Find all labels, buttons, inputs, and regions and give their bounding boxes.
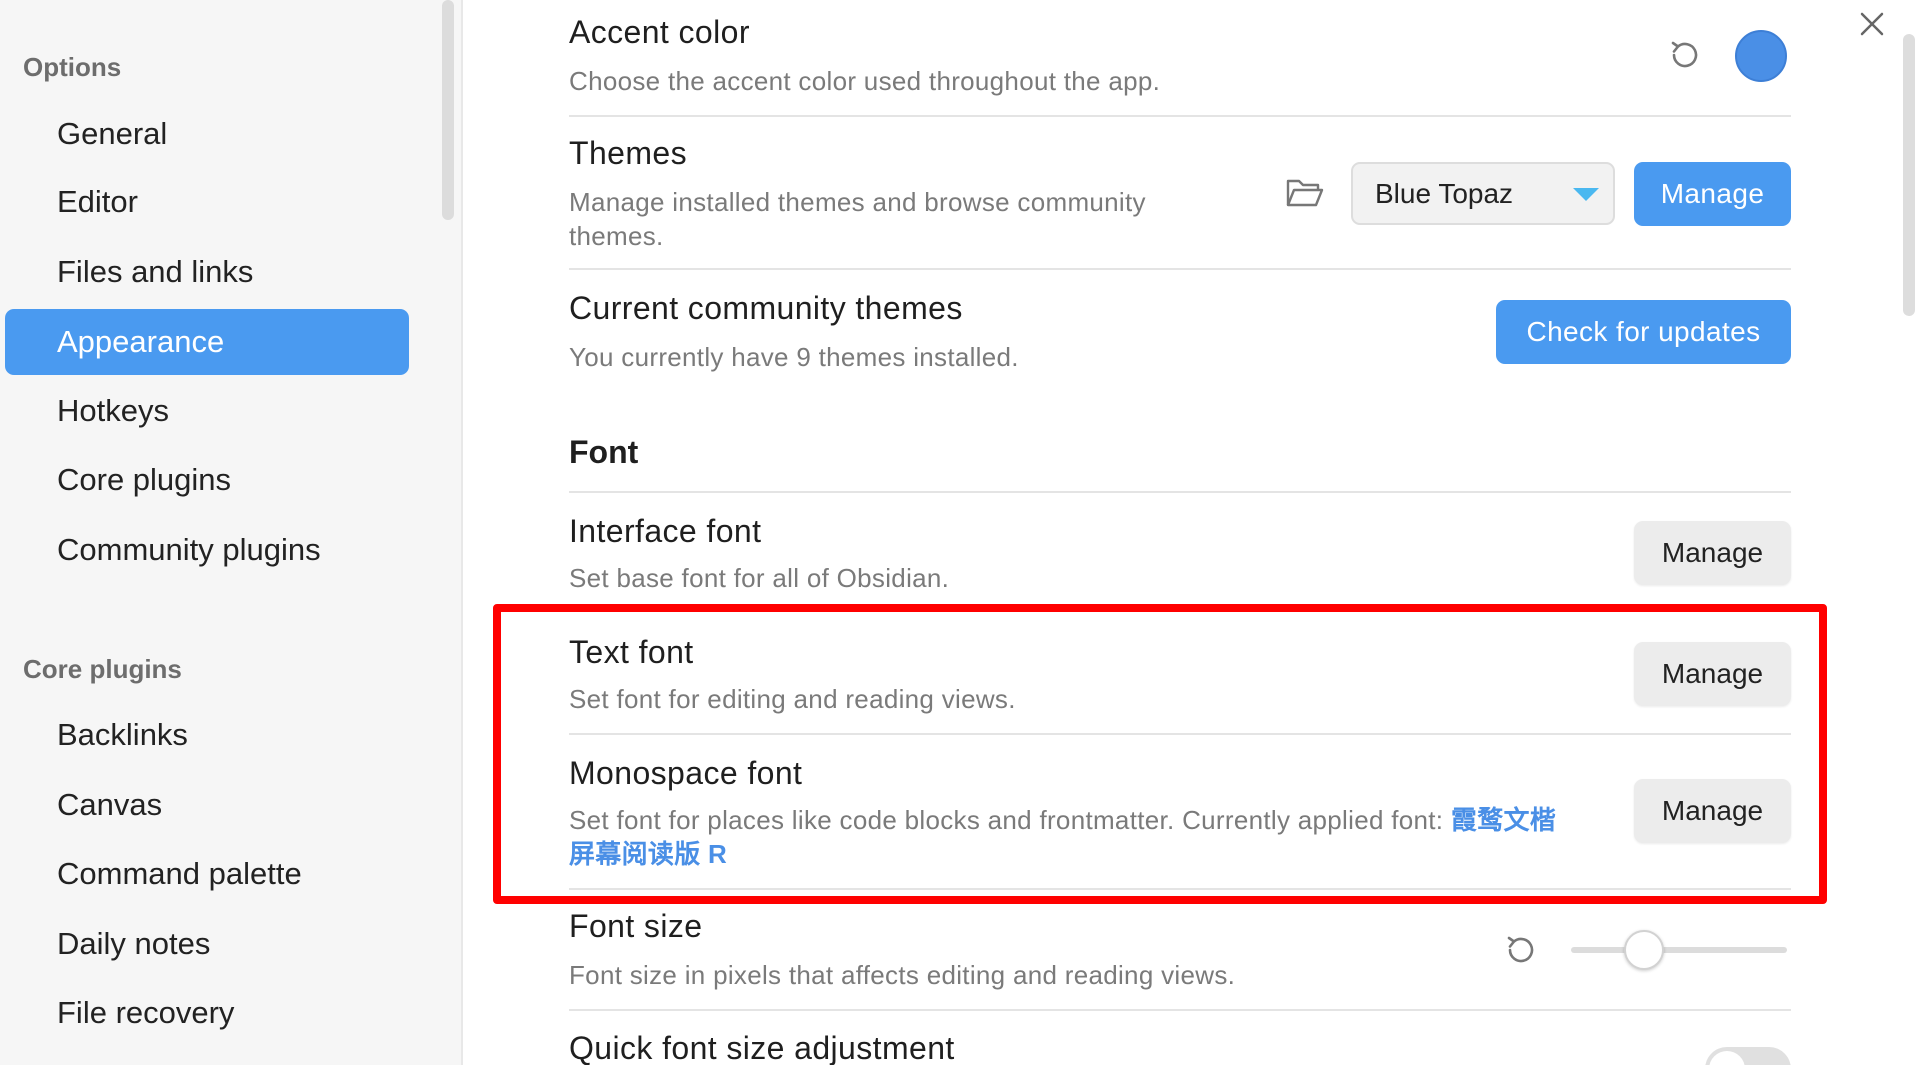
reset-accent-icon[interactable]: [1664, 34, 1706, 81]
accent-color-desc: Choose the accent color used throughout …: [569, 66, 1161, 96]
quick-font-size-toggle[interactable]: [1705, 1047, 1791, 1065]
reset-font-size-icon[interactable]: [1500, 929, 1542, 976]
divider: [569, 1009, 1791, 1011]
divider: [569, 115, 1791, 117]
check-for-updates-button[interactable]: Check for updates: [1496, 300, 1791, 364]
themes-title: Themes: [569, 135, 687, 171]
highlight-annotation: [493, 604, 1827, 904]
community-themes-title: Current community themes: [569, 290, 963, 326]
community-themes-desc: You currently have 9 themes installed.: [569, 342, 1019, 372]
font-size-slider-handle[interactable]: [1624, 930, 1665, 970]
sidebar-item-daily-notes[interactable]: Daily notes: [5, 911, 409, 977]
font-section-heading: Font: [569, 434, 639, 470]
sidebar-item-core-plugins[interactable]: Core plugins: [5, 447, 409, 513]
chevron-down-icon: [1573, 188, 1599, 201]
folder-open-icon[interactable]: [1285, 175, 1325, 216]
options-group-title: Options: [23, 52, 122, 82]
sidebar-item-files-and-links[interactable]: Files and links: [5, 239, 409, 305]
sidebar-item-editor[interactable]: Editor: [5, 169, 409, 235]
core-plugins-group-title: Core plugins: [23, 654, 182, 684]
sidebar-item-file-recovery[interactable]: File recovery: [5, 980, 409, 1046]
sidebar-item-general[interactable]: General: [5, 101, 409, 167]
settings-sidebar: Options General Editor Files and links A…: [0, 0, 463, 1065]
interface-font-desc: Set base font for all of Obsidian.: [569, 563, 950, 593]
sidebar-item-canvas[interactable]: Canvas: [5, 772, 409, 838]
theme-select-value: Blue Topaz: [1375, 178, 1514, 209]
accent-color-swatch[interactable]: [1735, 30, 1787, 82]
themes-desc-line1: Manage installed themes and browse commu…: [569, 187, 1146, 217]
sidebar-item-hotkeys[interactable]: Hotkeys: [5, 378, 409, 444]
accent-color-title: Accent color: [569, 14, 750, 50]
font-size-title: Font size: [569, 908, 703, 944]
sidebar-item-backlinks[interactable]: Backlinks: [5, 702, 409, 768]
toggle-knob: [1709, 1051, 1745, 1065]
sidebar-item-community-plugins[interactable]: Community plugins: [5, 517, 409, 583]
theme-select[interactable]: Blue Topaz: [1351, 162, 1615, 225]
quick-font-size-title: Quick font size adjustment: [569, 1030, 955, 1065]
manage-interface-font-button[interactable]: Manage: [1634, 521, 1791, 585]
divider: [569, 491, 1791, 493]
content-scrollbar[interactable]: [1903, 34, 1915, 316]
sidebar-scrollbar[interactable]: [442, 0, 454, 220]
font-size-slider[interactable]: [1571, 947, 1787, 953]
interface-font-title: Interface font: [569, 513, 762, 549]
themes-desc-line2: themes.: [569, 221, 664, 251]
sidebar-item-appearance[interactable]: Appearance: [5, 309, 409, 375]
divider: [569, 268, 1791, 270]
manage-themes-button[interactable]: Manage: [1634, 162, 1791, 226]
close-icon[interactable]: [1852, 4, 1892, 44]
sidebar-item-command-palette[interactable]: Command palette: [5, 841, 409, 907]
font-size-desc: Font size in pixels that affects editing…: [569, 960, 1236, 990]
